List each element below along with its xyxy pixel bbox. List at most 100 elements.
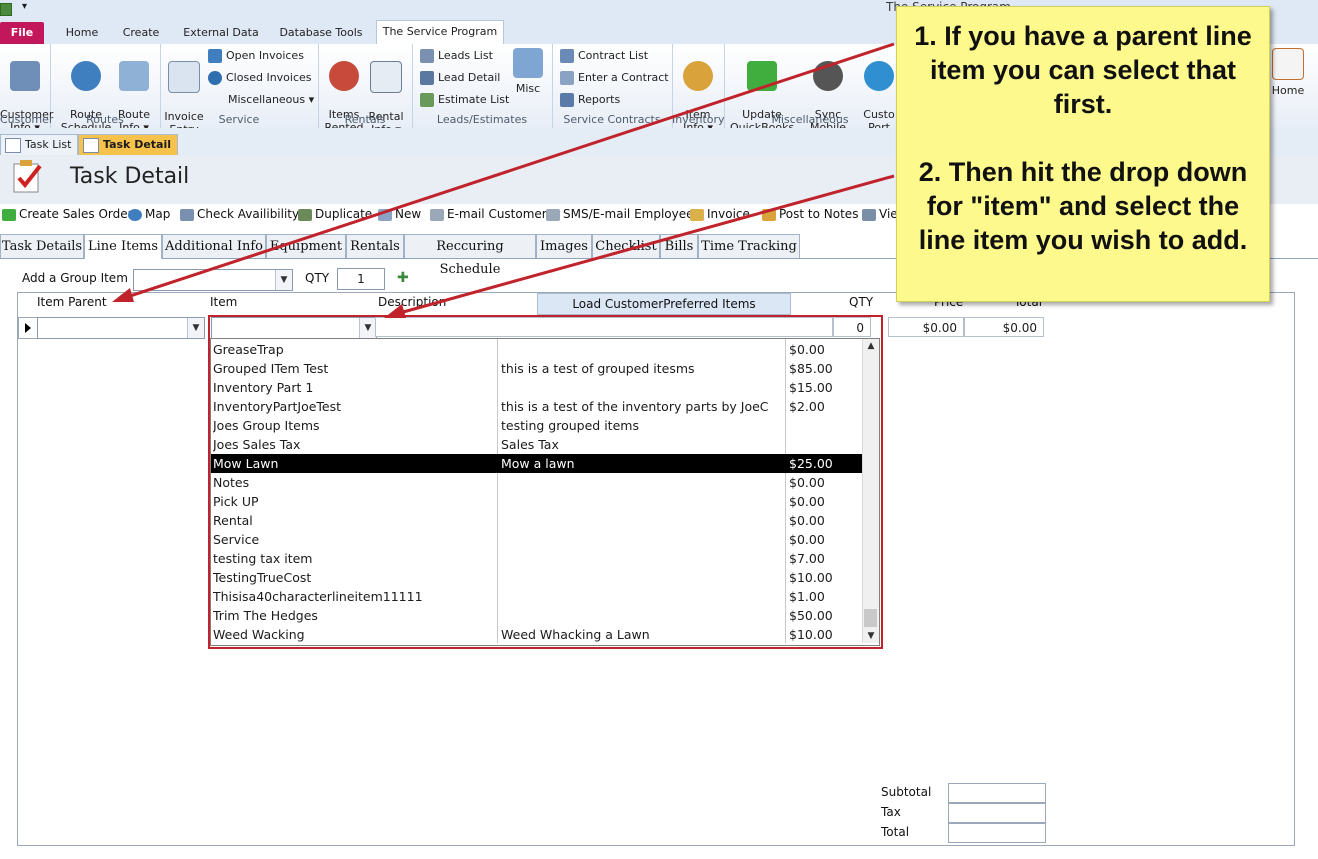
create-sales-order-button[interactable]: Create Sales Order xyxy=(2,207,133,221)
form-icon xyxy=(83,138,99,153)
view-button[interactable]: Vie xyxy=(862,207,898,221)
tab-bills[interactable]: Bills xyxy=(660,234,698,258)
email-customer-button[interactable]: E-mail Customer xyxy=(430,207,547,221)
doc-tab-task-detail[interactable]: Task Detail xyxy=(78,134,179,155)
tab-line-items[interactable]: Line Items xyxy=(84,234,162,259)
closed-invoices-label: Closed Invoices xyxy=(226,71,312,84)
misc-button[interactable]: Misc xyxy=(510,48,546,95)
tab-external-data[interactable]: External Data xyxy=(178,22,264,44)
duplicate-icon xyxy=(298,208,312,221)
highlight-box xyxy=(208,315,883,649)
duplicate-label: Duplicate xyxy=(315,207,373,221)
check-availability-button[interactable]: Check Availibility xyxy=(180,207,299,221)
leads-list-button[interactable]: Leads List xyxy=(420,47,493,65)
closed-invoices-button[interactable]: Closed Invoices xyxy=(208,69,312,87)
group-service-label: Service xyxy=(218,113,260,126)
tab-additional-info[interactable]: Additional Info xyxy=(162,234,266,258)
doc-tab-task-list-label: Task List xyxy=(25,138,72,151)
misc-icon xyxy=(513,48,543,78)
create-sales-order-label: Create Sales Order xyxy=(19,207,133,221)
total-label: Total xyxy=(881,825,910,839)
home-button[interactable]: Home xyxy=(1266,48,1310,97)
group-leads-label: Leads/Estimates xyxy=(436,113,528,126)
new-label: New xyxy=(395,207,422,221)
map-button[interactable]: Map xyxy=(128,207,170,221)
tab-the-service-program[interactable]: The Service Program xyxy=(376,20,504,45)
invoice-icon xyxy=(690,208,704,221)
subtotal-field xyxy=(948,783,1046,803)
quickbooks-icon xyxy=(747,61,777,91)
rental-info-icon xyxy=(370,61,402,93)
duplicate-button[interactable]: Duplicate xyxy=(298,207,372,221)
group-miscellaneous: Update QuickBooks Sync Mobile Devices Cu… xyxy=(724,44,897,147)
current-record-icon xyxy=(25,323,31,333)
tab-file[interactable]: File xyxy=(0,22,44,44)
tab-create[interactable]: Create xyxy=(118,22,164,44)
lead-detail-button[interactable]: Lead Detail xyxy=(420,69,500,87)
email-icon xyxy=(430,208,444,221)
portal-globe-icon xyxy=(864,61,894,91)
sales-order-icon xyxy=(2,208,16,221)
lead-detail-icon xyxy=(420,71,434,85)
closed-invoices-icon xyxy=(208,71,222,85)
leads-list-icon xyxy=(420,49,434,63)
group-service: Invoice Entry Open Invoices Closed Invoi… xyxy=(160,44,319,136)
doc-tab-task-list[interactable]: Task List xyxy=(0,134,79,155)
new-button[interactable]: New xyxy=(378,207,421,221)
email-customer-label: E-mail Customer xyxy=(447,207,547,221)
col-qty: QTY xyxy=(849,295,874,309)
post-to-notes-button[interactable]: Post to Notes xyxy=(762,207,858,221)
chevron-down-icon[interactable]: ▼ xyxy=(187,318,204,338)
tab-images[interactable]: Images xyxy=(536,234,592,258)
group-inventory: Item Info ▾ Inventory xyxy=(672,44,725,134)
tax-field xyxy=(948,803,1046,823)
group-qty-input[interactable]: 1 xyxy=(337,268,385,290)
tab-checklist[interactable]: Checklist xyxy=(592,234,660,258)
open-invoices-button[interactable]: Open Invoices xyxy=(208,47,304,65)
tab-database-tools[interactable]: Database Tools xyxy=(276,22,366,44)
notes-icon xyxy=(762,208,776,221)
invoice-label: Invoice xyxy=(707,207,750,221)
tab-equipment[interactable]: Equipment xyxy=(266,234,346,258)
home-icon xyxy=(1272,48,1304,80)
reports-label: Reports xyxy=(578,93,621,106)
group-item-label: Add a Group Item xyxy=(22,271,128,285)
sms-email-employee-label: SMS/E-mail Employee xyxy=(563,207,694,221)
invoice-button[interactable]: Invoice xyxy=(690,207,750,221)
customize-toolbar-icon[interactable]: ▾ xyxy=(22,1,27,12)
quick-access-toolbar[interactable]: ▾ xyxy=(0,0,40,18)
checklist-icon xyxy=(13,160,42,193)
tab-reccuring-schedule[interactable]: Reccuring Schedule xyxy=(404,234,536,277)
customer-info-icon xyxy=(10,61,40,91)
items-rented-icon xyxy=(329,61,359,91)
map-icon xyxy=(119,61,149,91)
item-parent-combo[interactable]: ▼ xyxy=(37,317,205,339)
enter-contract-icon xyxy=(560,71,574,85)
group-routes: Route Schedule Route Info ▾ Routes xyxy=(50,44,161,134)
estimate-list-icon xyxy=(420,93,434,107)
sms-email-employee-button[interactable]: SMS/E-mail Employee xyxy=(546,207,694,221)
group-item-combo[interactable]: ▼ xyxy=(133,269,293,291)
chevron-down-icon[interactable]: ▼ xyxy=(275,270,292,290)
estimate-list-button[interactable]: Estimate List xyxy=(420,91,509,109)
miscellaneous-dropdown[interactable]: Miscellaneous ▾ xyxy=(228,91,314,109)
load-customer-preferred-items-button[interactable]: Load CustomerPreferred Items xyxy=(537,293,791,315)
tab-home[interactable]: Home xyxy=(60,22,104,44)
reports-icon xyxy=(560,93,574,107)
col-item-parent: Item Parent xyxy=(37,295,107,309)
col-item: Item xyxy=(210,295,238,309)
enter-contract-button[interactable]: Enter a Contract xyxy=(560,69,669,87)
tab-task-details[interactable]: Task Details xyxy=(0,234,84,258)
group-rentals: Items Rented Rental Info ▾ Rentals xyxy=(318,44,413,136)
tab-time-tracking[interactable]: Time Tracking xyxy=(698,234,800,258)
contract-list-button[interactable]: Contract List xyxy=(560,47,648,65)
tax-label: Tax xyxy=(881,805,901,819)
lead-detail-label: Lead Detail xyxy=(438,71,501,84)
form-icon xyxy=(5,138,21,153)
reports-button[interactable]: Reports xyxy=(560,91,620,109)
tab-rentals[interactable]: Rentals xyxy=(346,234,404,258)
sms-icon xyxy=(546,208,560,221)
price-field[interactable]: $0.00 xyxy=(888,317,964,337)
add-group-icon[interactable]: ✚ xyxy=(397,270,409,286)
record-selector[interactable] xyxy=(18,317,38,339)
